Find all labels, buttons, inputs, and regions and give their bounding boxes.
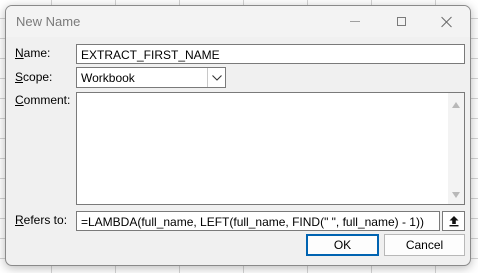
collapse-dialog-button[interactable] — [442, 211, 465, 231]
scope-label: Scope: — [15, 70, 52, 84]
maximize-icon — [396, 17, 406, 26]
refers-label-mnemonic: R — [15, 213, 24, 227]
minimize-button — [332, 6, 378, 37]
minimize-icon — [350, 21, 360, 22]
name-label-text: ame: — [23, 46, 51, 60]
scope-label-text: cope: — [23, 70, 53, 84]
comment-scrollbar[interactable] — [448, 93, 464, 204]
comment-label: Comment: — [15, 93, 70, 107]
chevron-down-icon[interactable] — [207, 68, 225, 87]
comment-label-text: omment: — [23, 93, 71, 107]
refers-to-field[interactable]: =LAMBDA(full_name, LEFT(full_name, FIND(… — [76, 211, 440, 231]
dialog-title: New Name — [16, 14, 81, 29]
title-bar[interactable]: New Name — [6, 6, 470, 37]
refers-label-text: efers to: — [23, 213, 68, 227]
name-label-mnemonic: N — [15, 46, 24, 60]
new-name-dialog: New Name Name: EXTRACT_FIRST_NAME Scope:… — [5, 5, 471, 266]
close-button[interactable] — [424, 6, 470, 37]
scroll-down-icon[interactable] — [452, 192, 460, 198]
comment-label-mnemonic: C — [15, 93, 24, 107]
cancel-button[interactable]: Cancel — [384, 234, 465, 256]
collapse-dialog-icon — [449, 216, 458, 227]
scope-selected-value: Workbook — [81, 71, 135, 85]
ok-button[interactable]: OK — [306, 234, 379, 256]
refers-to-label: Refers to: — [15, 213, 67, 227]
name-field[interactable]: EXTRACT_FIRST_NAME — [76, 44, 465, 64]
scope-label-mnemonic: S — [15, 70, 24, 84]
close-icon — [441, 16, 453, 28]
maximize-button[interactable] — [378, 6, 424, 37]
name-label: Name: — [15, 46, 50, 60]
scope-select[interactable]: Workbook — [76, 67, 226, 88]
scroll-up-icon[interactable] — [452, 102, 460, 108]
comment-textarea[interactable] — [76, 92, 465, 205]
